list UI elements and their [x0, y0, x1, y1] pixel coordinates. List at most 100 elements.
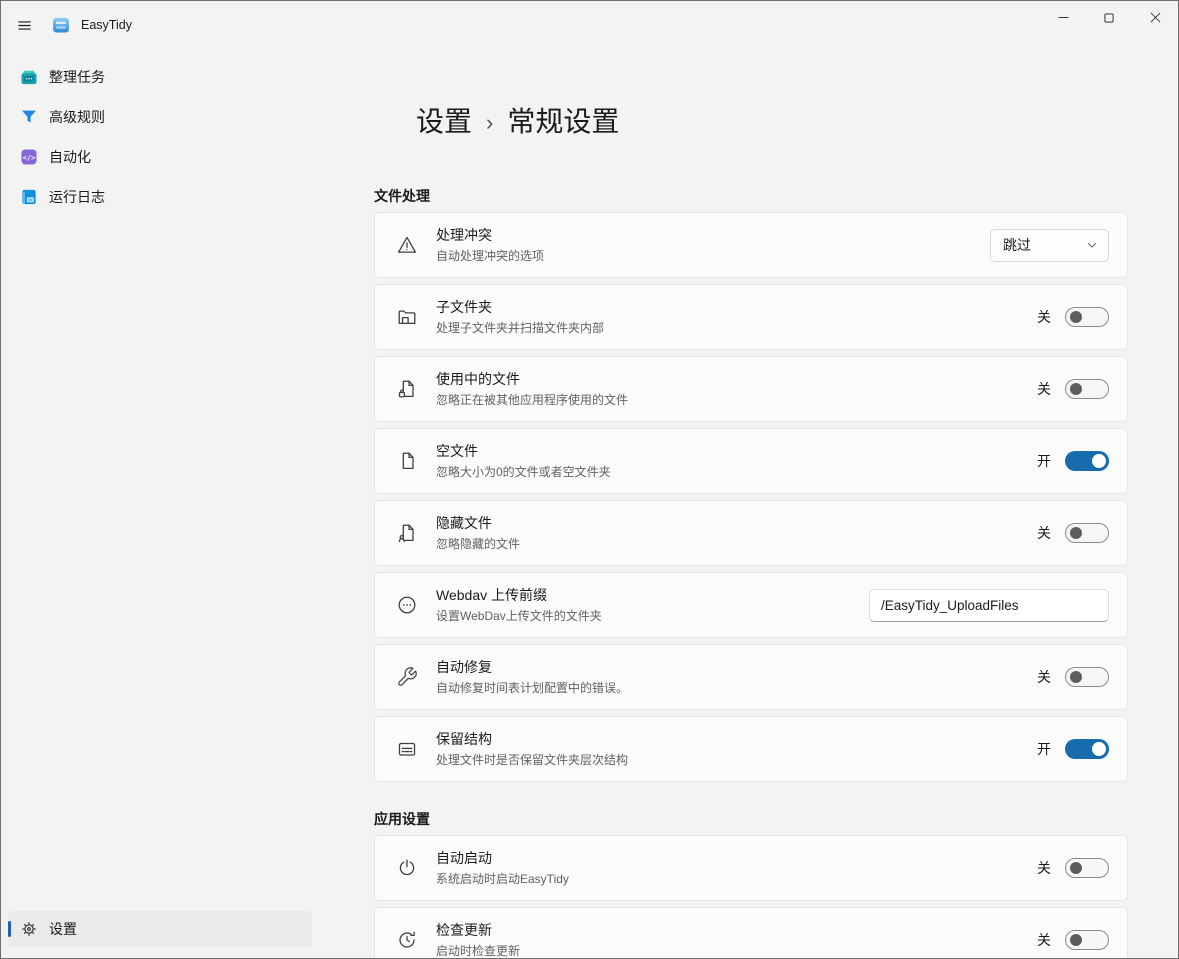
- nav-toggle-button[interactable]: [9, 10, 39, 40]
- setting-title: 子文件夹: [436, 298, 604, 317]
- setting-card-auto-repair: 自动修复自动修复时间表计划配置中的错误。 关: [374, 644, 1128, 710]
- minimize-button[interactable]: [1040, 1, 1086, 34]
- file-in-use-icon: [396, 378, 418, 400]
- window-controls: [1040, 1, 1178, 34]
- setting-control: 开: [1037, 451, 1109, 471]
- setting-subtitle: 自动修复时间表计划配置中的错误。: [436, 680, 628, 696]
- webdav-prefix-input[interactable]: [869, 589, 1109, 622]
- dropdown-value: 跳过: [1003, 235, 1031, 255]
- sidebar-item-label: 高级规则: [49, 107, 105, 127]
- setting-icon-cell: [394, 306, 420, 328]
- preserve-structure-toggle[interactable]: [1065, 739, 1109, 759]
- conflict-resolution-dropdown[interactable]: 跳过: [990, 229, 1109, 262]
- toggle-knob: [1070, 671, 1082, 683]
- setting-control: 关: [1037, 379, 1109, 399]
- breadcrumb: 设置 › 常规设置: [416, 101, 1128, 142]
- settings-section: 应用设置自动启动系统启动时启动EasyTidy关检查更新启动时检查更新关: [374, 810, 1128, 958]
- sidebar-item-rules[interactable]: 高级规则: [8, 99, 312, 135]
- setting-control: 开: [1037, 739, 1109, 759]
- sidebar-item-automation[interactable]: </>自动化: [8, 139, 312, 175]
- toggle-state-label: 关: [1037, 930, 1051, 950]
- close-button[interactable]: [1132, 1, 1178, 34]
- setting-text: 自动修复自动修复时间表计划配置中的错误。: [436, 658, 628, 696]
- toggle-knob: [1070, 383, 1082, 395]
- warning-icon: [396, 234, 418, 256]
- setting-card-webdav-prefix: Webdav 上传前缀设置WebDav上传文件的文件夹: [374, 572, 1128, 638]
- toggle-knob: [1070, 311, 1082, 323]
- logs-icon: [19, 187, 39, 207]
- wrench-icon: [396, 666, 418, 688]
- breadcrumb-current: 常规设置: [507, 103, 619, 141]
- gear-icon: [19, 919, 39, 939]
- update-icon: [396, 929, 418, 951]
- hidden-file-icon: [396, 522, 418, 544]
- tasks-icon: [19, 67, 39, 87]
- setting-title: 自动启动: [436, 849, 569, 868]
- sidebar-item-label: 运行日志: [49, 187, 105, 207]
- breadcrumb-root[interactable]: 设置: [416, 103, 472, 141]
- app-logo-icon: [51, 15, 71, 35]
- automation-icon: </>: [19, 147, 39, 167]
- setting-icon-cell: [394, 594, 420, 616]
- files-in-use-toggle[interactable]: [1065, 379, 1109, 399]
- empty-files-toggle[interactable]: [1065, 451, 1109, 471]
- close-icon: [1148, 10, 1163, 25]
- sidebar-item-label: 设置: [49, 919, 77, 939]
- minimize-icon: [1056, 10, 1071, 25]
- setting-title: Webdav 上传前缀: [436, 586, 602, 605]
- setting-title: 处理冲突: [436, 226, 544, 245]
- maximize-icon: [1102, 11, 1116, 25]
- sidebar-item-logs[interactable]: 运行日志: [8, 179, 312, 215]
- sidebar-item-tasks[interactable]: 整理任务: [8, 59, 312, 95]
- setting-card-subfolders: 子文件夹处理子文件夹并扫描文件夹内部关: [374, 284, 1128, 350]
- setting-subtitle: 系统启动时启动EasyTidy: [436, 871, 569, 887]
- app-title: EasyTidy: [81, 18, 132, 32]
- settings-page: 设置 › 常规设置 文件处理处理冲突自动处理冲突的选项跳过子文件夹处理子文件夹并…: [319, 49, 1178, 958]
- setting-subtitle: 设置WebDav上传文件的文件夹: [436, 608, 602, 624]
- setting-icon-cell: [394, 522, 420, 544]
- setting-title: 隐藏文件: [436, 514, 520, 533]
- toggle-knob: [1070, 934, 1082, 946]
- setting-text: 使用中的文件忽略正在被其他应用程序使用的文件: [436, 370, 628, 408]
- breadcrumb-chevron-icon: ›: [486, 104, 493, 142]
- setting-card-auto-start: 自动启动系统启动时启动EasyTidy 关: [374, 835, 1128, 901]
- hidden-files-toggle[interactable]: [1065, 523, 1109, 543]
- toggle-state-label: 关: [1037, 858, 1051, 878]
- auto-start-toggle[interactable]: [1065, 858, 1109, 878]
- setting-icon-cell: [394, 666, 420, 688]
- setting-control: 关: [1037, 667, 1109, 687]
- power-icon: [396, 857, 418, 879]
- setting-title: 使用中的文件: [436, 370, 628, 389]
- setting-card-check-updates: 检查更新启动时检查更新关: [374, 907, 1128, 958]
- check-updates-toggle[interactable]: [1065, 930, 1109, 950]
- setting-subtitle: 自动处理冲突的选项: [436, 248, 544, 264]
- setting-subtitle: 忽略隐藏的文件: [436, 536, 520, 552]
- selection-indicator: [8, 921, 11, 937]
- setting-card-conflict-resolution: 处理冲突自动处理冲突的选项 跳过: [374, 212, 1128, 278]
- setting-control: [869, 589, 1109, 622]
- setting-card-preserve-structure: 保留结构处理文件时是否保留文件夹层次结构 开: [374, 716, 1128, 782]
- app-window: EasyTidy 整理任务高级规则 </>自动化运行日志 设置: [0, 0, 1179, 959]
- setting-control: 关: [1037, 930, 1109, 950]
- toggle-state-label: 关: [1037, 379, 1051, 399]
- auto-repair-toggle[interactable]: [1065, 667, 1109, 687]
- setting-text: Webdav 上传前缀设置WebDav上传文件的文件夹: [436, 586, 602, 624]
- setting-text: 自动启动系统启动时启动EasyTidy: [436, 849, 569, 887]
- setting-subtitle: 忽略大小为0的文件或者空文件夹: [436, 464, 611, 480]
- sidebar-item-label: 整理任务: [49, 67, 105, 87]
- toggle-state-label: 关: [1037, 523, 1051, 543]
- subfolders-toggle[interactable]: [1065, 307, 1109, 327]
- setting-icon-cell: [394, 378, 420, 400]
- subfolder-icon: [396, 306, 418, 328]
- setting-text: 保留结构处理文件时是否保留文件夹层次结构: [436, 730, 628, 768]
- setting-card-empty-files: 空文件忽略大小为0的文件或者空文件夹开: [374, 428, 1128, 494]
- setting-icon-cell: [394, 450, 420, 472]
- sidebar-item-settings[interactable]: 设置: [8, 911, 312, 947]
- svg-text:</>: </>: [23, 153, 36, 162]
- maximize-button[interactable]: [1086, 1, 1132, 34]
- setting-card-files-in-use: 使用中的文件忽略正在被其他应用程序使用的文件 关: [374, 356, 1128, 422]
- setting-icon-cell: [394, 234, 420, 256]
- setting-control: 跳过: [990, 229, 1109, 262]
- hamburger-icon: [16, 17, 33, 34]
- setting-title: 保留结构: [436, 730, 628, 749]
